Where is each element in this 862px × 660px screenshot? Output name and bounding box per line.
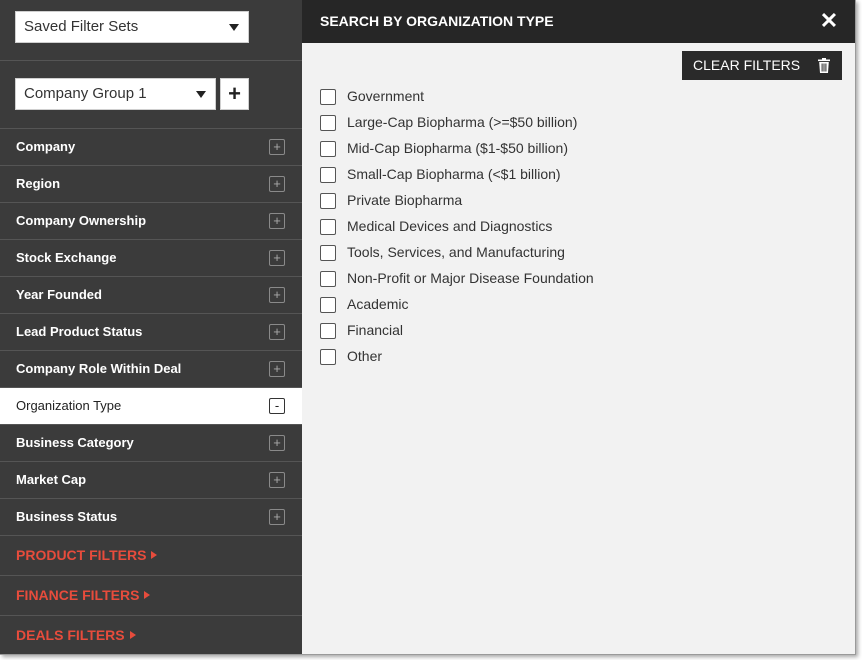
option-item[interactable]: Other	[320, 344, 594, 370]
filter-window: Saved Filter Sets Company Group 1 + Comp…	[0, 0, 856, 655]
organization-type-options: Government Large-Cap Biopharma (>=$50 bil…	[320, 84, 594, 370]
option-label: Mid-Cap Biopharma ($1-$50 billion)	[347, 140, 568, 156]
sidebar-filter-item[interactable]: Organization Type -	[0, 388, 302, 425]
caret-right-icon	[144, 591, 151, 599]
filter-list: Company + Region + Company Ownership + Stock E…	[0, 128, 302, 654]
option-checkbox[interactable]	[320, 349, 336, 365]
option-item[interactable]: Mid-Cap Biopharma ($1-$50 billion)	[320, 136, 594, 162]
saved-filter-sets-value: Saved Filter Sets	[24, 18, 139, 35]
expand-icon[interactable]: +	[269, 213, 285, 229]
sidebar-filter-label: Region	[16, 176, 61, 191]
saved-filter-sets-select[interactable]: Saved Filter Sets	[15, 11, 249, 43]
caret-right-icon	[129, 631, 136, 639]
option-label: Tools, Services, and Manufacturing	[347, 244, 565, 260]
sidebar-filter-label: Company Ownership	[16, 213, 147, 228]
option-checkbox[interactable]	[320, 323, 336, 339]
sidebar-filter-label: Organization Type	[16, 398, 122, 413]
option-checkbox[interactable]	[320, 193, 336, 209]
section-link-label: FINANCE FILTERS	[16, 587, 140, 603]
add-group-button[interactable]: +	[220, 78, 249, 110]
option-checkbox[interactable]	[320, 89, 336, 105]
sidebar-section-link[interactable]: PRODUCT FILTERS	[0, 536, 302, 576]
sidebar-filter-item[interactable]: Company Ownership +	[0, 203, 302, 240]
clear-filters-label: CLEAR FILTERS	[693, 57, 801, 73]
option-item[interactable]: Medical Devices and Diagnostics	[320, 214, 594, 240]
sidebar-filter-label: Stock Exchange	[16, 250, 117, 265]
sidebar-filter-label: Company Role Within Deal	[16, 361, 182, 376]
sidebar: Saved Filter Sets Company Group 1 + Comp…	[0, 0, 302, 654]
panel-title: SEARCH BY ORGANIZATION TYPE	[320, 13, 554, 29]
sidebar-filter-item[interactable]: Company Role Within Deal +	[0, 351, 302, 388]
option-checkbox[interactable]	[320, 141, 336, 157]
close-icon[interactable]: ✕	[819, 10, 839, 32]
option-item[interactable]: Government	[320, 84, 594, 110]
expand-icon[interactable]: +	[269, 250, 285, 266]
option-label: Medical Devices and Diagnostics	[347, 218, 553, 234]
option-checkbox[interactable]	[320, 219, 336, 235]
option-label: Non-Profit or Major Disease Foundation	[347, 270, 594, 286]
sidebar-filter-item[interactable]: Market Cap +	[0, 462, 302, 499]
expand-icon[interactable]: +	[269, 435, 285, 451]
expand-icon[interactable]: +	[269, 287, 285, 303]
option-item[interactable]: Financial	[320, 318, 594, 344]
chevron-down-icon	[229, 24, 239, 31]
sidebar-filter-item[interactable]: Stock Exchange +	[0, 240, 302, 277]
sidebar-filter-item[interactable]: Company +	[0, 129, 302, 166]
option-label: Other	[347, 348, 383, 364]
option-item[interactable]: Tools, Services, and Manufacturing	[320, 240, 594, 266]
option-item[interactable]: Private Biopharma	[320, 188, 594, 214]
expand-icon[interactable]: +	[269, 509, 285, 525]
option-checkbox[interactable]	[320, 167, 336, 183]
company-group-select[interactable]: Company Group 1	[15, 78, 216, 110]
company-group-value: Company Group 1	[24, 85, 147, 102]
option-item[interactable]: Large-Cap Biopharma (>=$50 billion)	[320, 110, 594, 136]
clear-filters-button[interactable]: CLEAR FILTERS	[682, 51, 842, 80]
sidebar-filter-item[interactable]: Business Status +	[0, 499, 302, 536]
organization-type-panel: SEARCH BY ORGANIZATION TYPE ✕ CLEAR FILT…	[302, 0, 855, 654]
expand-icon[interactable]: +	[269, 472, 285, 488]
trash-icon	[818, 58, 830, 73]
sidebar-filter-item[interactable]: Lead Product Status +	[0, 314, 302, 351]
sidebar-section-link[interactable]: FINANCE FILTERS	[0, 576, 302, 616]
option-item[interactable]: Small-Cap Biopharma (<$1 billion)	[320, 162, 594, 188]
option-label: Private Biopharma	[347, 192, 463, 208]
option-label: Small-Cap Biopharma (<$1 billion)	[347, 166, 561, 182]
option-label: Large-Cap Biopharma (>=$50 billion)	[347, 114, 578, 130]
sidebar-filter-label: Business Status	[16, 509, 118, 524]
option-item[interactable]: Non-Profit or Major Disease Foundation	[320, 266, 594, 292]
divider	[0, 60, 302, 61]
option-checkbox[interactable]	[320, 271, 336, 287]
sidebar-section-link[interactable]: DEALS FILTERS	[0, 616, 302, 654]
option-label: Government	[347, 88, 425, 104]
panel-header: SEARCH BY ORGANIZATION TYPE ✕	[302, 0, 855, 43]
option-checkbox[interactable]	[320, 115, 336, 131]
expand-icon[interactable]: +	[269, 324, 285, 340]
option-label: Academic	[347, 296, 409, 312]
section-link-label: DEALS FILTERS	[16, 627, 125, 643]
chevron-down-icon	[196, 91, 206, 98]
sidebar-filter-label: Market Cap	[16, 472, 87, 487]
option-checkbox[interactable]	[320, 297, 336, 313]
section-link-label: PRODUCT FILTERS	[16, 547, 147, 563]
expand-icon[interactable]: +	[269, 361, 285, 377]
sidebar-filter-label: Lead Product Status	[16, 324, 143, 339]
sidebar-filter-label: Company	[16, 139, 76, 154]
collapse-icon[interactable]: -	[269, 398, 285, 414]
sidebar-filter-label: Year Founded	[16, 287, 102, 302]
caret-right-icon	[151, 551, 158, 559]
option-item[interactable]: Academic	[320, 292, 594, 318]
expand-icon[interactable]: +	[269, 176, 285, 192]
sidebar-filter-item[interactable]: Region +	[0, 166, 302, 203]
sidebar-filter-item[interactable]: Business Category +	[0, 425, 302, 462]
expand-icon[interactable]: +	[269, 139, 285, 155]
option-label: Financial	[347, 322, 404, 338]
sidebar-filter-label: Business Category	[16, 435, 134, 450]
sidebar-filter-item[interactable]: Year Founded +	[0, 277, 302, 314]
option-checkbox[interactable]	[320, 245, 336, 261]
